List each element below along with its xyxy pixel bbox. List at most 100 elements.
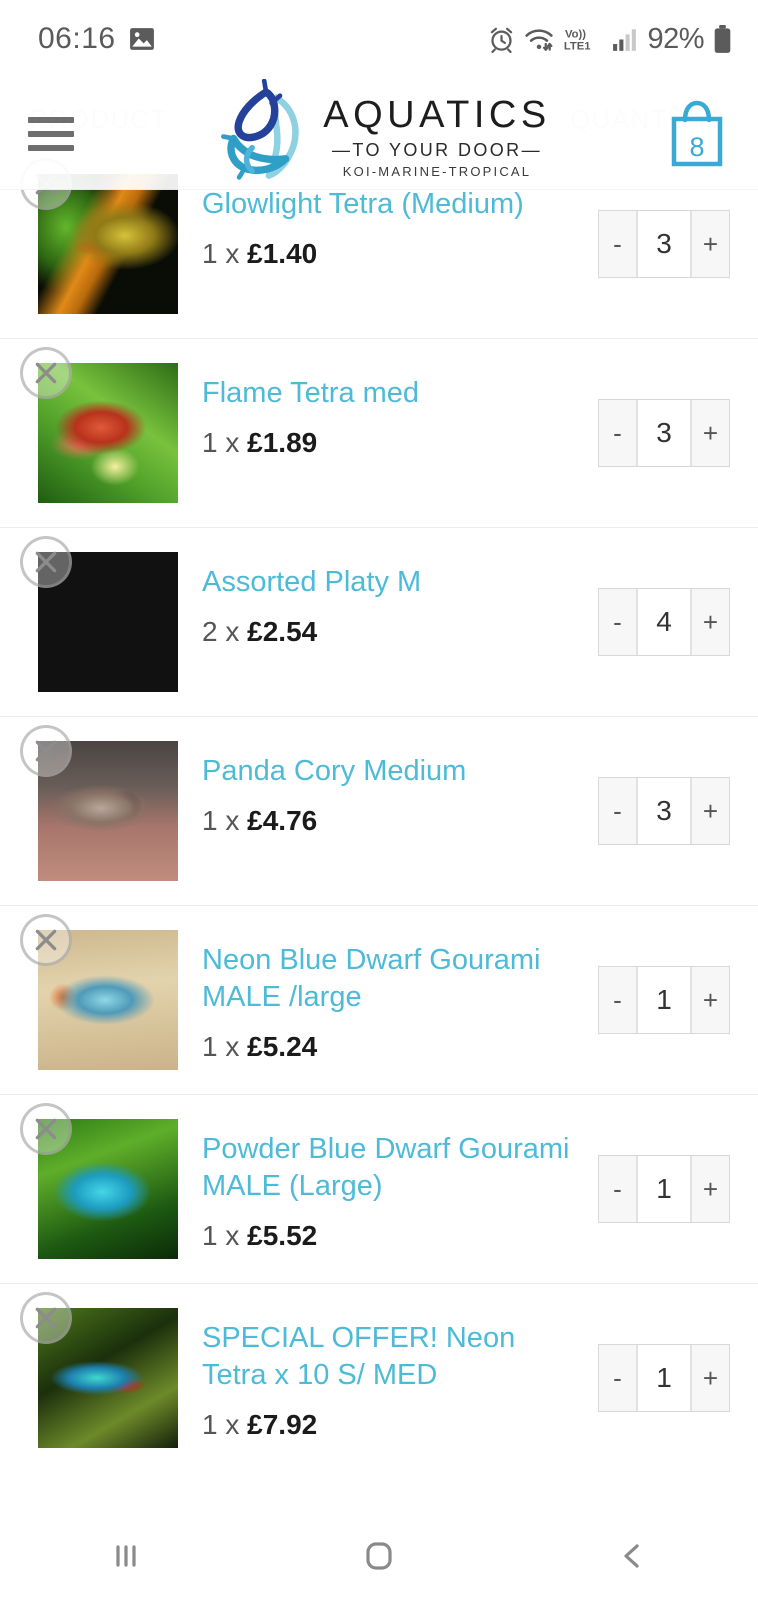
product-title[interactable]: Glowlight Tetra (Medium) (202, 186, 580, 223)
price-amount: £1.89 (247, 427, 318, 459)
quantity-cell: - 3 + (580, 777, 730, 845)
back-icon[interactable] (505, 1536, 758, 1576)
price-qty-prefix: 2 x (202, 616, 248, 648)
increase-quantity-button[interactable]: + (691, 778, 729, 844)
price-amount: £2.54 (247, 616, 318, 648)
quantity-stepper: - 3 + (598, 777, 730, 845)
quantity-cell: - 4 + (580, 588, 730, 656)
quantity-value[interactable]: 3 (637, 211, 691, 277)
quantity-value[interactable]: 4 (637, 589, 691, 655)
cart-row: Flame Tetra med 1 x £1.89 - 3 + (0, 338, 758, 527)
status-bar-right: Vo)) LTE1 92% (488, 23, 732, 56)
quantity-stepper: - 3 + (598, 210, 730, 278)
increase-quantity-button[interactable]: + (691, 400, 729, 466)
cart-item-count: 8 (689, 131, 705, 162)
site-logo[interactable]: AQUATICS —TO YOUR DOOR— KOI-MARINE-TROPI… (207, 78, 550, 188)
thumbnail-cell (20, 1103, 178, 1259)
quantity-value[interactable]: 1 (637, 967, 691, 1033)
site-header: AQUATICS —TO YOUR DOOR— KOI-MARINE-TROPI… (0, 78, 758, 190)
quantity-value[interactable]: 1 (637, 1345, 691, 1411)
quantity-value[interactable]: 3 (637, 778, 691, 844)
product-info: Assorted Platy M 2 x £2.54 (178, 552, 580, 648)
remove-item-icon[interactable] (20, 914, 72, 966)
decrease-quantity-button[interactable]: - (599, 1345, 637, 1411)
thumbnail-cell (20, 914, 178, 1070)
cart-item-list: Glowlight Tetra (Medium) 1 x £1.40 - 3 + (0, 150, 758, 1472)
remove-item-icon[interactable] (20, 347, 72, 399)
product-title[interactable]: Panda Cory Medium (202, 753, 580, 790)
decrease-quantity-button[interactable]: - (599, 589, 637, 655)
product-info: SPECIAL OFFER! Neon Tetra x 10 S/ MED 1 … (178, 1308, 580, 1441)
home-icon[interactable] (253, 1535, 506, 1577)
increase-quantity-button[interactable]: + (691, 211, 729, 277)
price-qty-prefix: 1 x (202, 1031, 248, 1063)
quantity-stepper: - 1 + (598, 1155, 730, 1223)
product-title[interactable]: Flame Tetra med (202, 375, 580, 412)
recents-icon[interactable] (0, 1536, 253, 1576)
price-qty-prefix: 1 x (202, 238, 248, 270)
price-amount: £4.76 (247, 805, 318, 837)
product-price: 1 x £7.92 (202, 1409, 580, 1441)
quantity-stepper: - 1 + (598, 966, 730, 1034)
quantity-cell: - 1 + (580, 1344, 730, 1412)
decrease-quantity-button[interactable]: - (599, 400, 637, 466)
price-amount: £5.24 (247, 1031, 318, 1063)
cart-row: Powder Blue Dwarf Gourami MALE (Large) 1… (0, 1094, 758, 1283)
thumbnail-cell (20, 347, 178, 503)
quantity-cell: - 1 + (580, 1155, 730, 1223)
product-title[interactable]: Powder Blue Dwarf Gourami MALE (Large) (202, 1131, 580, 1205)
decrease-quantity-button[interactable]: - (599, 967, 637, 1033)
logo-wordmark: AQUATICS —TO YOUR DOOR— KOI-MARINE-TROPI… (323, 90, 550, 178)
thumbnail-cell (20, 536, 178, 692)
cart-button[interactable]: 8 (662, 98, 732, 170)
product-info: Panda Cory Medium 1 x £4.76 (178, 741, 580, 837)
three-fish-logo-icon (207, 78, 319, 188)
svg-text:Vo)): Vo)) (565, 28, 586, 40)
price-qty-prefix: 1 x (202, 1220, 248, 1252)
thumbnail-cell (20, 158, 178, 314)
battery-icon (713, 24, 732, 54)
increase-quantity-button[interactable]: + (691, 589, 729, 655)
alarm-icon (488, 26, 515, 53)
hamburger-menu-icon[interactable] (28, 116, 74, 151)
quantity-value[interactable]: 3 (637, 400, 691, 466)
product-info: Powder Blue Dwarf Gourami MALE (Large) 1… (178, 1119, 580, 1252)
product-title[interactable]: Assorted Platy M (202, 564, 580, 601)
clock: 06:16 (38, 22, 116, 55)
decrease-quantity-button[interactable]: - (599, 1156, 637, 1222)
cart-row: Assorted Platy M 2 x £2.54 - 4 + (0, 527, 758, 716)
increase-quantity-button[interactable]: + (691, 1345, 729, 1411)
status-bar: 06:16 Vo)) LTE1 92% (0, 0, 758, 78)
logo-tagline: —TO YOUR DOOR— (332, 139, 542, 160)
remove-item-icon[interactable] (20, 725, 72, 777)
increase-quantity-button[interactable]: + (691, 1156, 729, 1222)
remove-item-icon[interactable] (20, 536, 72, 588)
product-info: Flame Tetra med 1 x £1.89 (178, 363, 580, 459)
increase-quantity-button[interactable]: + (691, 967, 729, 1033)
price-qty-prefix: 1 x (202, 1409, 248, 1441)
product-price: 1 x £5.24 (202, 1031, 580, 1063)
android-navigation-bar (0, 1512, 758, 1600)
remove-item-icon[interactable] (20, 1103, 72, 1155)
signal-icon (612, 27, 638, 52)
product-title[interactable]: SPECIAL OFFER! Neon Tetra x 10 S/ MED (202, 1320, 580, 1394)
product-title[interactable]: Neon Blue Dwarf Gourami MALE /large (202, 942, 580, 1016)
thumbnail-cell (20, 725, 178, 881)
decrease-quantity-button[interactable]: - (599, 778, 637, 844)
product-price: 1 x £1.89 (202, 427, 580, 459)
cart-row: Panda Cory Medium 1 x £4.76 - 3 + (0, 716, 758, 905)
price-amount: £5.52 (247, 1220, 318, 1252)
thumbnail-cell (20, 1292, 178, 1448)
price-amount: £7.92 (247, 1409, 318, 1441)
quantity-value[interactable]: 1 (637, 1156, 691, 1222)
price-qty-prefix: 1 x (202, 427, 248, 459)
product-info: Neon Blue Dwarf Gourami MALE /large 1 x … (178, 930, 580, 1063)
quantity-cell: - 3 + (580, 399, 730, 467)
svg-text:LTE1: LTE1 (564, 40, 591, 52)
product-price: 1 x £5.52 (202, 1220, 580, 1252)
photo-icon (129, 27, 155, 51)
quantity-stepper: - 4 + (598, 588, 730, 656)
wifi-icon (524, 26, 554, 53)
remove-item-icon[interactable] (20, 1292, 72, 1344)
decrease-quantity-button[interactable]: - (599, 211, 637, 277)
